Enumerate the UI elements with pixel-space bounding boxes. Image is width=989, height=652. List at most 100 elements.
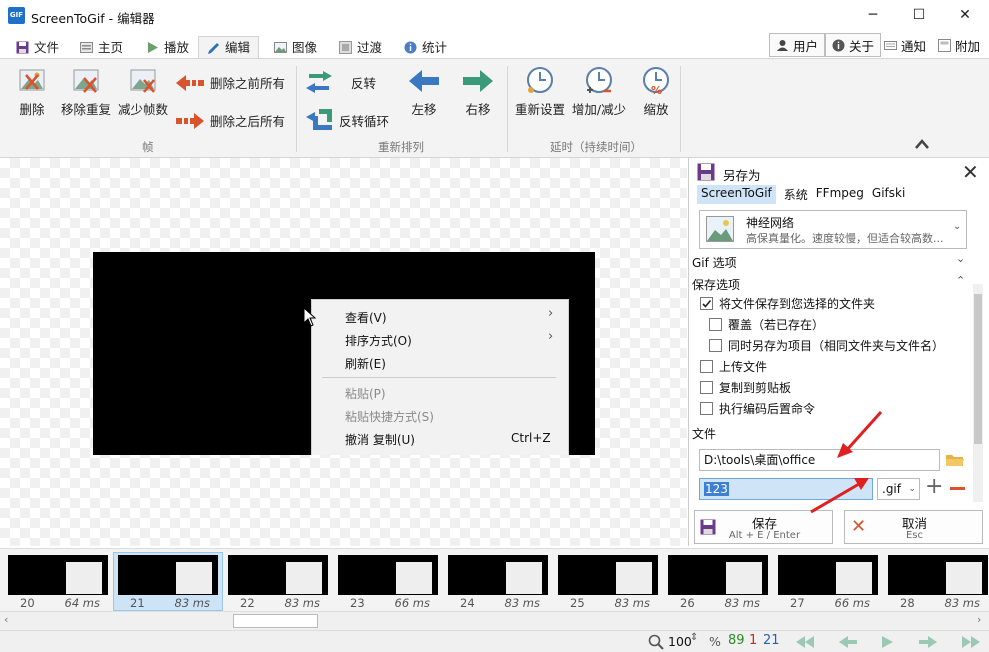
frame-preview[interactable]: 查看(V) › 排序方式(O) › 刷新(E) 粘贴(P) 粘贴快捷方式(S) … (93, 252, 595, 455)
ribbon-tabs: 文件 主页 播放 编辑 图像 过渡 统计 用户 关于 通知 附加 (0, 33, 989, 59)
option-copy-clipboard[interactable]: 复制到剪贴板 (700, 379, 791, 396)
save-options-header[interactable]: 保存选项 (692, 276, 740, 293)
play-icon[interactable] (880, 635, 894, 649)
frame-thumbnail[interactable]: 26 83 ms (668, 555, 768, 611)
frame-strip-scrollbar[interactable]: ‹ › (0, 611, 989, 630)
delete-after-button[interactable]: 删除之后所有 (176, 111, 285, 130)
tab-play[interactable]: 播放 (138, 36, 197, 59)
option-save-to-folder[interactable]: 将文件保存到您选择的文件夹 (700, 295, 875, 312)
yoyo-button[interactable]: 反转循环 (305, 108, 389, 132)
about-button[interactable]: 关于 (825, 33, 882, 57)
save-button[interactable]: 保存 Alt + E / Enter (694, 510, 833, 544)
frame-thumbnail[interactable]: 27 66 ms (778, 555, 878, 611)
tab-label: 播放 (164, 39, 190, 55)
cancel-button[interactable]: ✕ 取消 Esc (844, 510, 983, 544)
scale-delay-button[interactable]: % 缩放 (638, 66, 674, 118)
folder-icon[interactable] (945, 452, 965, 468)
option-overwrite[interactable]: 覆盖（若已存在） (709, 316, 824, 333)
frame-thumbnail[interactable]: 28 83 ms (888, 555, 988, 611)
tab-label: 文件 (34, 39, 60, 55)
close-button[interactable]: ✕ (942, 0, 988, 32)
scroll-left-icon[interactable]: ‹ (4, 613, 8, 626)
remove-icon[interactable] (950, 487, 965, 490)
tab-file[interactable]: 文件 (8, 36, 67, 59)
tab-transition[interactable]: 过渡 (331, 36, 390, 59)
delete-frame-button[interactable]: 删除 (15, 66, 49, 118)
maximize-button[interactable]: ☐ (896, 0, 942, 32)
checkbox[interactable] (700, 381, 713, 394)
collapse-ribbon-icon[interactable] (914, 138, 930, 150)
encoder-tab-screentogif[interactable]: ScreenToGif (697, 185, 776, 204)
tab-stats[interactable]: 统计 (396, 36, 455, 59)
checkbox[interactable] (709, 318, 722, 331)
mouse-cursor-icon (303, 307, 317, 327)
extras-button[interactable]: 附加 (932, 33, 986, 57)
checkbox[interactable] (700, 360, 713, 373)
first-frame-icon[interactable] (796, 635, 818, 649)
override-delay-button[interactable]: 重新设置 (514, 66, 566, 118)
encoder-tab-ffmpeg[interactable]: FFmpeg (816, 185, 864, 204)
tab-image[interactable]: 图像 (266, 36, 325, 59)
preset-selector[interactable]: 神经网络 高保真量化。速度较慢，但适合较高数... ⌄ (699, 210, 967, 249)
frame-thumbnail[interactable]: 20 64 ms (8, 555, 108, 611)
image-icon (274, 42, 287, 53)
extension-select[interactable]: .gif ⌄ (877, 478, 920, 500)
option-save-project[interactable]: 同时另存为项目（相同文件夹与文件名） (709, 337, 944, 354)
folder-path-input[interactable]: D:\tools\桌面\office (699, 449, 940, 471)
checkbox-checked[interactable] (700, 297, 713, 310)
frame-thumbnail[interactable]: 25 83 ms (558, 555, 658, 611)
checkbox[interactable] (700, 402, 713, 415)
chevron-down-icon[interactable]: ⌄ (956, 252, 965, 265)
frame-thumbnail[interactable]: 21 83 ms (118, 555, 218, 611)
clock-plus-minus-icon (586, 67, 612, 93)
delete-before-button[interactable]: 删除之前所有 (176, 73, 285, 92)
user-button[interactable]: 用户 (769, 33, 826, 57)
zoom-spinner-icon[interactable]: ⇕ (690, 632, 698, 643)
info-icon (404, 41, 417, 54)
minimize-button[interactable]: ─ (850, 0, 896, 32)
option-post-command[interactable]: 执行编码后置命令 (700, 400, 815, 417)
ribbon-separator (296, 66, 297, 152)
delete-after-label: 删除之后所有 (210, 114, 286, 129)
last-frame-icon[interactable] (958, 635, 980, 649)
save-as-panel: 另存为 ✕ ScreenToGif 系统 FFmpeg Gifski 神经网络 … (688, 158, 989, 546)
reduce-frames-button[interactable]: 减少帧数 (117, 66, 169, 118)
previous-frame-icon[interactable] (838, 635, 858, 649)
notification-icon (884, 40, 897, 50)
encoder-tab-system[interactable]: 系统 (784, 185, 808, 204)
chevron-up-icon[interactable]: ⌃ (956, 274, 965, 287)
move-right-button[interactable]: 右移 (457, 66, 499, 118)
tab-edit[interactable]: 编辑 (198, 36, 260, 59)
option-upload[interactable]: 上传文件 (700, 358, 767, 375)
tab-home[interactable]: 主页 (72, 36, 131, 59)
checkbox[interactable] (709, 339, 722, 352)
option-label: 执行编码后置命令 (719, 402, 816, 416)
about-label: 关于 (849, 38, 875, 54)
next-frame-icon[interactable] (918, 635, 938, 649)
scroll-thumb[interactable] (233, 614, 318, 628)
move-left-button[interactable]: 左移 (403, 66, 445, 118)
scroll-right-icon[interactable]: › (977, 613, 981, 626)
encoder-tabs: ScreenToGif 系统 FFmpeg Gifski (697, 185, 905, 204)
notify-label: 通知 (901, 38, 927, 54)
menu-item-sort: 排序方式(O) (345, 334, 412, 348)
frame-delay: 83 ms (284, 596, 320, 610)
panel-scrollbar[interactable] (973, 284, 983, 502)
close-panel-button[interactable]: ✕ (962, 160, 979, 184)
clock-percent-icon: % (643, 67, 669, 97)
frame-thumbnail[interactable]: 24 83 ms (448, 555, 548, 611)
save-icon (697, 163, 715, 181)
reverse-button[interactable]: 反转 (305, 70, 376, 94)
add-icon[interactable]: + (925, 476, 943, 498)
menu-item-refresh: 刷新(E) (345, 357, 386, 371)
encoder-tab-gifski[interactable]: Gifski (872, 185, 905, 204)
remove-duplicates-button[interactable]: 移除重复 (60, 66, 112, 118)
frame-thumbnail[interactable]: 22 83 ms (228, 555, 328, 611)
frame-thumbnail[interactable]: 23 66 ms (338, 555, 438, 611)
remove-duplicates-icon (73, 69, 99, 93)
submenu-arrow-icon: › (548, 329, 554, 344)
notify-button[interactable]: 通知 (878, 33, 932, 57)
zoom-value[interactable]: 100 (668, 634, 692, 649)
gif-options-header[interactable]: Gif 选项 (692, 254, 737, 271)
increase-decrease-delay-button[interactable]: 增加/减少 (570, 66, 628, 118)
